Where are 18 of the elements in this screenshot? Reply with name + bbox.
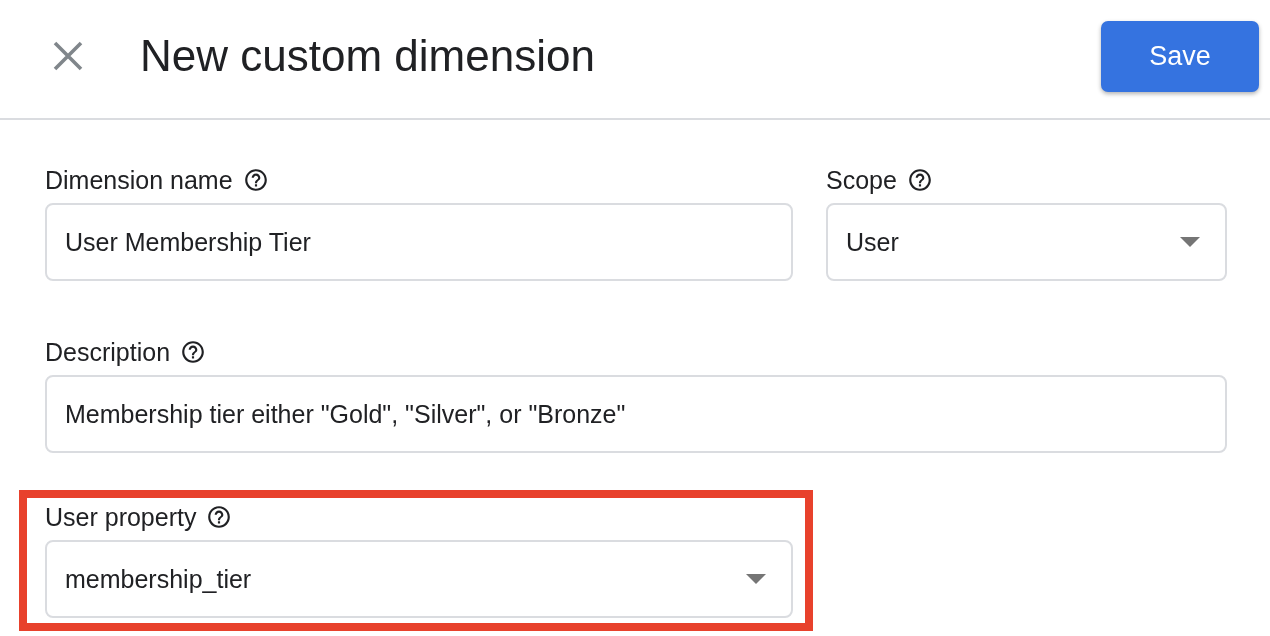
help-icon[interactable] xyxy=(242,167,269,193)
dropdown-select[interactable]: membership_tier xyxy=(45,540,793,618)
dialog-title: New custom dimension xyxy=(140,30,596,82)
field-label: User property xyxy=(45,502,197,532)
field-label: Description xyxy=(45,337,171,367)
help-icon[interactable] xyxy=(206,504,233,530)
caret-icon xyxy=(1180,237,1200,247)
field-label: Scope xyxy=(826,165,897,195)
text-input-field[interactable]: Membership tier either "Gold", "Silver", or "Bronze" xyxy=(45,375,1227,453)
close-button[interactable] xyxy=(53,41,83,71)
close-icon xyxy=(53,41,83,71)
help-icon[interactable] xyxy=(180,339,207,365)
help-icon[interactable] xyxy=(906,167,933,193)
caret-icon xyxy=(746,574,766,584)
save-button[interactable]: Save xyxy=(1101,20,1259,92)
dropdown-select[interactable]: User xyxy=(826,203,1227,281)
field-label: Dimension name xyxy=(45,165,233,195)
text-input-field[interactable]: User Membership Tier xyxy=(45,203,793,281)
